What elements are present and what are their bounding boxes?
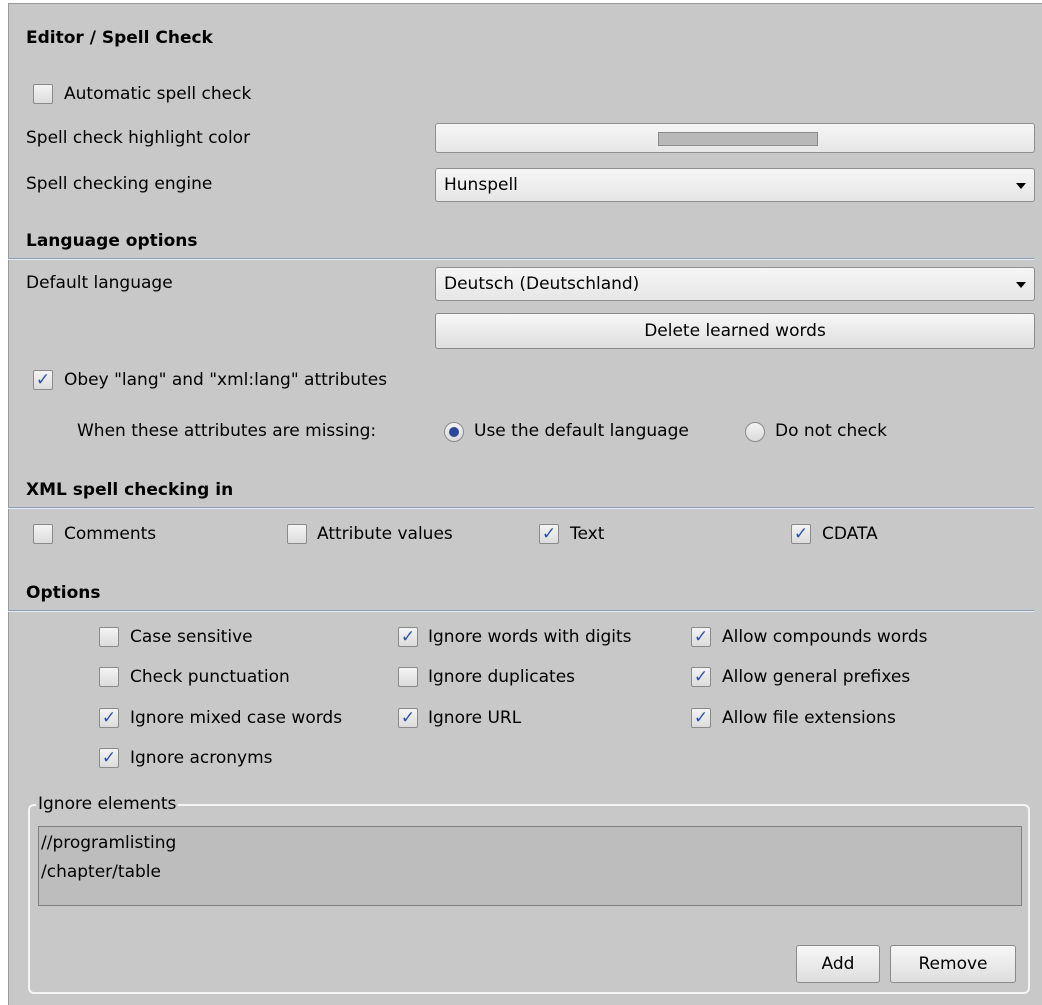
chevron-down-icon: [1016, 282, 1026, 288]
ignore-acronyms-checkbox[interactable]: ✓: [99, 748, 119, 768]
remove-button[interactable]: Remove: [890, 945, 1016, 983]
chevron-down-icon: [1016, 183, 1026, 189]
spell-engine-label: Spell checking engine: [26, 174, 213, 194]
case-sensitive-label: Case sensitive: [130, 627, 253, 647]
obey-lang-attributes-label: Obey "lang" and "xml:lang" attributes: [64, 370, 388, 390]
default-language-dropdown[interactable]: Deutsch (Deutschland): [435, 267, 1035, 301]
automatic-spell-check-checkbox[interactable]: [33, 84, 53, 104]
use-default-language-label: Use the default language: [474, 421, 689, 441]
ignore-elements-legend: Ignore elements: [36, 794, 179, 814]
xml-comments-checkbox[interactable]: [33, 524, 53, 544]
ignore-words-with-digits-label: Ignore words with digits: [428, 627, 632, 647]
allow-file-extensions-label: Allow file extensions: [722, 708, 896, 728]
highlight-color-swatch: [658, 132, 818, 146]
page-title: Editor / Spell Check: [26, 28, 213, 48]
xml-attribute-values-checkbox[interactable]: [287, 524, 307, 544]
do-not-check-label: Do not check: [775, 421, 887, 441]
language-options-separator: [8, 258, 1034, 260]
list-item[interactable]: /chapter/table: [41, 862, 161, 882]
automatic-spell-check-label: Automatic spell check: [64, 84, 252, 104]
xml-text-label: Text: [570, 524, 605, 544]
xml-spell-heading: XML spell checking in: [26, 480, 234, 500]
allow-general-prefixes-checkbox[interactable]: ✓: [691, 667, 711, 687]
ignore-acronyms-label: Ignore acronyms: [130, 748, 273, 768]
highlight-color-label: Spell check highlight color: [26, 128, 251, 148]
options-separator: [8, 610, 1034, 612]
options-heading: Options: [26, 583, 101, 603]
ignore-mixed-case-words-checkbox[interactable]: ✓: [99, 708, 119, 728]
check-punctuation-checkbox[interactable]: [99, 667, 119, 687]
add-button[interactable]: Add: [796, 945, 880, 983]
highlight-color-button[interactable]: [435, 123, 1035, 153]
xml-cdata-checkbox[interactable]: ✓: [791, 524, 811, 544]
language-options-heading: Language options: [26, 231, 198, 251]
do-not-check-radio[interactable]: [745, 422, 765, 442]
xml-spell-separator: [8, 507, 1034, 509]
default-language-value: Deutsch (Deutschland): [444, 274, 640, 294]
ignore-elements-list[interactable]: //programlisting /chapter/table: [38, 826, 1022, 906]
xml-attribute-values-label: Attribute values: [317, 524, 453, 544]
xml-comments-label: Comments: [64, 524, 157, 544]
missing-attributes-label: When these attributes are missing:: [77, 421, 377, 441]
allow-compounds-words-label: Allow compounds words: [722, 627, 928, 647]
check-punctuation-label: Check punctuation: [130, 667, 290, 687]
obey-lang-attributes-checkbox[interactable]: ✓: [33, 370, 53, 390]
allow-compounds-words-checkbox[interactable]: ✓: [691, 627, 711, 647]
ignore-duplicates-label: Ignore duplicates: [428, 667, 576, 687]
use-default-language-radio[interactable]: [444, 422, 464, 442]
ignore-words-with-digits-checkbox[interactable]: ✓: [398, 627, 418, 647]
default-language-label: Default language: [26, 273, 173, 293]
ignore-url-label: Ignore URL: [428, 708, 522, 728]
ignore-url-checkbox[interactable]: ✓: [398, 708, 418, 728]
xml-text-checkbox[interactable]: ✓: [539, 524, 559, 544]
radio-selected-dot: [449, 427, 459, 437]
ignore-duplicates-checkbox[interactable]: [398, 667, 418, 687]
spell-engine-value: Hunspell: [444, 175, 518, 195]
ignore-mixed-case-words-label: Ignore mixed case words: [130, 708, 343, 728]
xml-cdata-label: CDATA: [822, 524, 878, 544]
allow-general-prefixes-label: Allow general prefixes: [722, 667, 911, 687]
delete-learned-words-button[interactable]: Delete learned words: [435, 313, 1035, 349]
allow-file-extensions-checkbox[interactable]: ✓: [691, 708, 711, 728]
list-item[interactable]: //programlisting: [41, 833, 176, 853]
case-sensitive-checkbox[interactable]: [99, 627, 119, 647]
spell-engine-dropdown[interactable]: Hunspell: [435, 168, 1035, 202]
